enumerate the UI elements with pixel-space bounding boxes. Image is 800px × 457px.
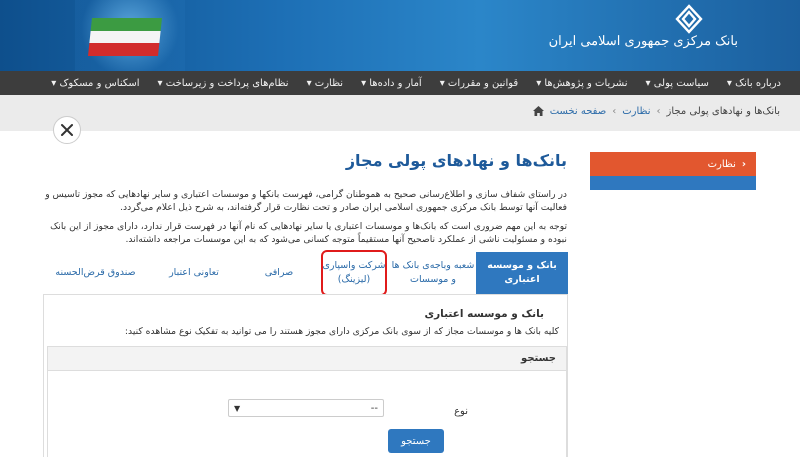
nav-item-payment-systems[interactable]: نظام‌های پرداخت و زیرساخت ▾	[149, 78, 298, 89]
main-nav: درباره بانک ▾ سیاست پولی ▾ نشریات و پژوه…	[0, 71, 800, 95]
bank-logo-text[interactable]: بانک مرکزی جمهوری اسلامی ایران	[549, 34, 738, 49]
breadcrumb-bar: صفحه نخست › نظارت › بانک‌ها و نهادهای پو…	[0, 95, 800, 131]
tab-branches[interactable]: شعبه وباجه‌ی بانک ها و موسسات	[390, 252, 476, 294]
sidebar-submenu-bar	[590, 176, 756, 190]
sidebar-button-label: نظارت	[707, 158, 736, 170]
sidebar-supervision-button[interactable]: ‹ نظارت	[590, 152, 756, 176]
search-heading: جستجو	[48, 347, 566, 371]
type-select-value: --	[370, 402, 378, 414]
breadcrumb: صفحه نخست › نظارت › بانک‌ها و نهادهای پو…	[532, 106, 781, 117]
intro-paragraph: در راستای شفاف سازی و اطلاع‌رسانی صحیح ب…	[45, 189, 567, 214]
nav-item-about[interactable]: درباره بانک ▾	[718, 78, 790, 89]
panel-description: کلیه بانک ها و موسسات مجاز که از سوی بان…	[124, 326, 559, 337]
nav-item-laws[interactable]: قوانین و مقررات ▾	[431, 78, 527, 89]
breadcrumb-separator: ›	[612, 106, 617, 117]
nav-item-banknotes[interactable]: اسکناس و مسکوک ▾	[42, 78, 148, 89]
tab-credit-cooperative[interactable]: تعاونی اعتبار	[148, 252, 240, 294]
search-button[interactable]: جستجو	[388, 429, 444, 453]
tab-leasing[interactable]: شرکت واسپاری (لیزینگ)	[318, 250, 390, 296]
tab-exchange[interactable]: صرافی	[240, 252, 318, 294]
nav-item-publications[interactable]: نشریات و پژوهش‌ها ▾	[527, 78, 636, 89]
chevron-left-icon: ‹	[741, 158, 746, 170]
tools-button[interactable]	[53, 116, 81, 144]
breadcrumb-separator: ›	[656, 106, 661, 117]
tab-banks[interactable]: بانک و موسسه اعتباری	[476, 252, 568, 294]
type-label: نوع	[454, 406, 468, 417]
breadcrumb-current: بانک‌ها و نهادهای پولی مجاز	[666, 106, 781, 117]
breadcrumb-home[interactable]: صفحه نخست	[550, 106, 607, 117]
nav-item-supervision[interactable]: نظارت ▾	[298, 78, 352, 89]
search-box: جستجو نوع ▼ -- جستجو	[47, 346, 567, 457]
type-select[interactable]: ▼ --	[228, 399, 384, 417]
panel-title: بانک و موسسه اعتباری	[424, 308, 545, 320]
nav-item-statistics[interactable]: آمار و داده‌ها ▾	[352, 78, 431, 89]
warning-paragraph: توجه به این مهم ضروری است که بانک‌ها و م…	[50, 221, 567, 246]
home-icon[interactable]	[532, 106, 544, 116]
tab-qarz-fund[interactable]: صندوق قرض‌الحسنه	[43, 252, 148, 294]
chevron-down-icon: ▼	[234, 403, 241, 413]
site-header: بانک مرکزی جمهوری اسلامی ایران	[0, 0, 800, 71]
bank-logo-icon[interactable]	[674, 4, 704, 34]
page-title: بانک‌ها و نهادهای پولی مجاز	[345, 151, 567, 170]
breadcrumb-supervision[interactable]: نظارت	[622, 106, 650, 117]
nav-item-monetary-policy[interactable]: سیاست پولی ▾	[637, 78, 718, 89]
tools-icon	[61, 124, 73, 136]
tab-panel: بانک و موسسه اعتباری کلیه بانک ها و موسس…	[43, 294, 568, 457]
iran-flag-graphic	[88, 18, 162, 56]
institution-tabs: بانک و موسسه اعتباری شعبه وباجه‌ی بانک ه…	[43, 250, 568, 296]
